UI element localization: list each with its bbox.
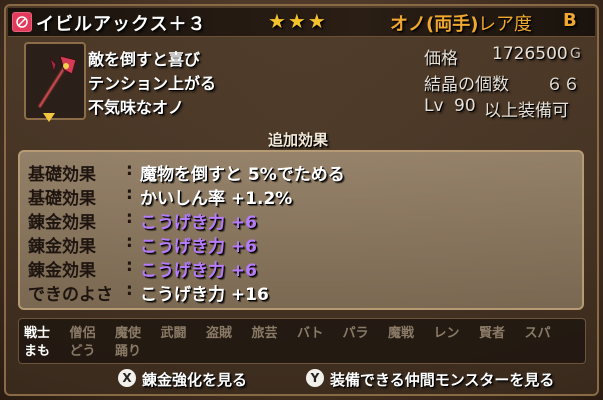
view-alchemy-button[interactable]: 錬金強化を見る xyxy=(142,369,247,390)
effect-colon: : xyxy=(126,208,133,228)
level-value: 90 xyxy=(454,96,476,116)
job-4: 盗賊 xyxy=(206,326,233,341)
job-6: バト xyxy=(297,326,324,341)
job-9: レン xyxy=(433,326,460,341)
job-11: スパ xyxy=(524,326,551,341)
job-0: まも xyxy=(24,344,51,359)
job-3: 武闘 xyxy=(160,326,187,341)
effect-value: こうげき力 +16 xyxy=(140,285,269,305)
effect-label: 錬金効果 xyxy=(28,213,96,233)
price-unit: G xyxy=(570,46,581,62)
axe-category-icon xyxy=(12,12,32,32)
item-image-box xyxy=(24,42,86,120)
effect-label: 基礎効果 xyxy=(28,165,96,185)
effect-colon: : xyxy=(126,232,133,252)
x-button-icon[interactable]: X xyxy=(118,369,136,387)
effect-label: 基礎効果 xyxy=(28,189,96,209)
job-2: 魔使 xyxy=(115,326,142,341)
effect-colon: : xyxy=(126,256,133,276)
crystal-count-value: ６６ xyxy=(546,75,580,95)
effect-value: こうげき力 +6 xyxy=(140,213,257,233)
job-0: 戦士 xyxy=(24,326,51,341)
job-7: パラ xyxy=(342,326,369,341)
price-value: 1726500 xyxy=(492,44,568,64)
effect-value: かいしん率 +1.2% xyxy=(140,189,293,209)
evil-axe-icon xyxy=(38,55,77,108)
effect-colon: : xyxy=(126,280,133,300)
description-line: テンション上がる xyxy=(88,74,217,93)
effect-value: こうげき力 +6 xyxy=(140,261,257,281)
effect-colon: : xyxy=(126,184,133,204)
effect-label: 錬金効果 xyxy=(28,237,96,257)
description-line: 敵を倒すと喜び xyxy=(88,50,201,69)
item-name: イビルアックス＋３ xyxy=(36,14,207,35)
rarity-stars: ★★★ xyxy=(268,9,328,33)
y-button-icon[interactable]: Y xyxy=(306,369,324,387)
item-description: 敵を倒すと喜び テンション上がる 不気味なオノ xyxy=(88,42,240,117)
job-1: 僧侶 xyxy=(69,326,96,341)
job-5: 旅芸 xyxy=(251,326,278,341)
effect-value: こうげき力 +6 xyxy=(140,237,257,257)
rarity-label: レア度 xyxy=(478,14,532,35)
additional-effects-header: 追加効果 xyxy=(268,131,329,149)
effect-label: 錬金効果 xyxy=(28,261,96,281)
view-monster-companions-button[interactable]: 装備できる仲間モンスターを見る xyxy=(330,369,554,390)
job-2: 踊り xyxy=(115,344,142,359)
job-8: 魔戦 xyxy=(388,326,415,341)
crystal-count-label: 結晶の個数 xyxy=(424,75,509,95)
job-10: 賢者 xyxy=(479,326,506,341)
level-prefix: Lv xyxy=(424,96,444,116)
level-suffix: 以上装備可 xyxy=(484,101,569,121)
effect-colon: : xyxy=(126,160,133,180)
price-label: 価格 xyxy=(424,49,458,69)
description-line: 不気味なオノ xyxy=(88,98,185,117)
scroll-down-arrow-icon[interactable] xyxy=(43,113,55,122)
effect-label: できのよさ xyxy=(28,285,113,305)
rarity-grade: B xyxy=(563,10,577,31)
weapon-type: オノ(両手) xyxy=(390,14,479,35)
job-1: どう xyxy=(69,344,96,359)
effect-value: 魔物を倒すと 5%でためる xyxy=(140,165,345,185)
